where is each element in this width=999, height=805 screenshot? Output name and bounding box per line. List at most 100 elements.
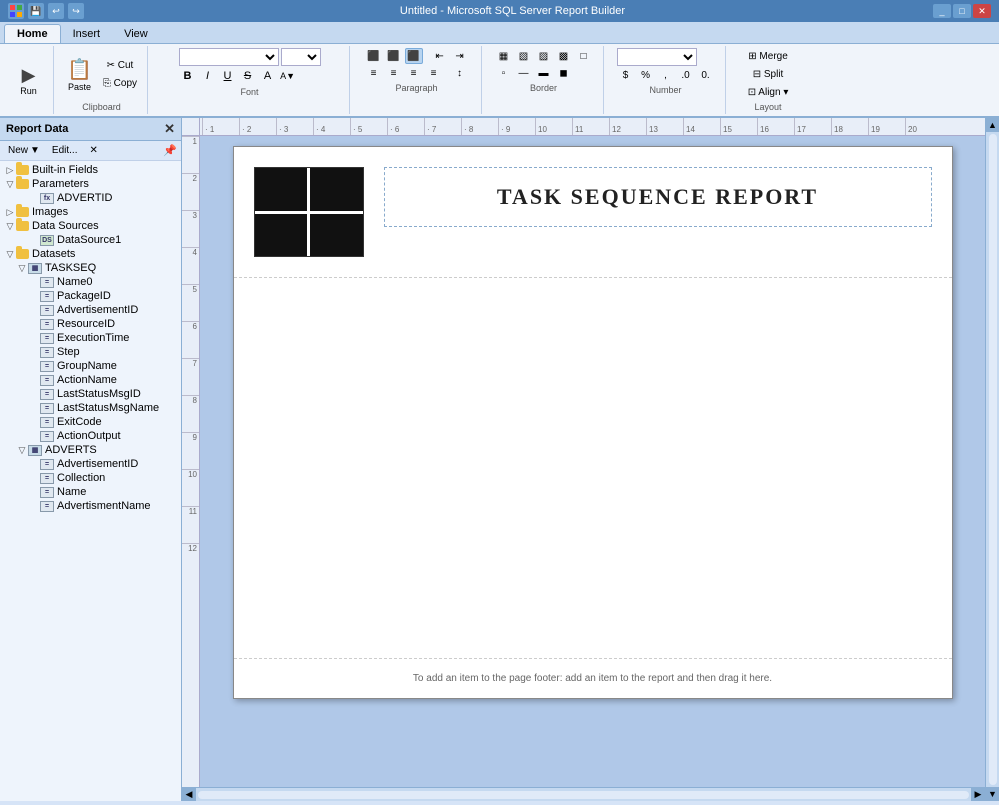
undo-icon[interactable]: ↩ xyxy=(48,3,64,19)
tree-item-adverts[interactable]: ▽ ▦ ADVERTS xyxy=(0,443,181,457)
run-button[interactable]: ▶ Run xyxy=(15,54,43,106)
expand-built-in-fields[interactable]: ▷ xyxy=(4,164,16,176)
tree-item-advertid-param[interactable]: fx ADVERTID xyxy=(0,191,181,205)
shadow-btn[interactable]: ▫ xyxy=(495,65,513,81)
indent-inc-button[interactable]: ⇥ xyxy=(451,48,469,64)
folder-icon-built-in xyxy=(16,165,29,175)
redo-icon[interactable]: ↪ xyxy=(68,3,84,19)
tab-insert[interactable]: Insert xyxy=(61,25,113,43)
save-icon[interactable]: 💾 xyxy=(28,3,44,19)
canvas-scroll[interactable]: TASK SEQUENCE REPORT To add an item to t… xyxy=(200,136,985,787)
split-button[interactable]: ⊟ Split xyxy=(744,66,793,82)
justify-button[interactable]: ≡ xyxy=(425,65,443,81)
tree-item-adv-advertismentname[interactable]: = AdvertismentName xyxy=(0,499,181,513)
highlight-button[interactable]: A▼ xyxy=(279,67,297,85)
minimize-button[interactable]: _ xyxy=(933,4,951,18)
tree-item-executiontime[interactable]: = ExecutionTime xyxy=(0,331,181,345)
tree-item-step[interactable]: = Step xyxy=(0,345,181,359)
edit-button[interactable]: Edit... xyxy=(48,143,82,158)
ruler-mark-6: · 6 xyxy=(387,118,424,135)
tree-item-datasource1[interactable]: DS DataSource1 xyxy=(0,233,181,247)
tree-item-packageid[interactable]: = PackageID xyxy=(0,289,181,303)
tree-item-images[interactable]: ▷ Images xyxy=(0,205,181,219)
tab-home[interactable]: Home xyxy=(4,24,61,43)
line-style-btn[interactable]: ― xyxy=(515,65,533,81)
strikethrough-button[interactable]: S xyxy=(239,67,257,85)
number-format-select[interactable] xyxy=(617,48,697,66)
horizontal-scrollbar[interactable]: ◀ ▶ xyxy=(182,787,985,801)
scroll-down-button[interactable]: ▼ xyxy=(986,787,999,801)
expand-datasets[interactable]: ▽ xyxy=(4,248,16,260)
app-logo-icon[interactable] xyxy=(8,3,24,19)
vertical-scrollbar[interactable]: ▲ ▼ xyxy=(985,118,999,801)
tree-item-parameters[interactable]: ▽ Parameters xyxy=(0,177,181,191)
font-size-select[interactable] xyxy=(281,48,321,66)
expand-taskseq[interactable]: ▽ xyxy=(16,262,28,274)
expand-adverts[interactable]: ▽ xyxy=(16,444,28,456)
underline-button[interactable]: U xyxy=(219,67,237,85)
align-top-right-button[interactable]: ⬛ xyxy=(405,48,423,64)
border-btn-3[interactable]: ▨ xyxy=(535,48,553,64)
border-btn-4[interactable]: ▩ xyxy=(555,48,573,64)
tree-item-name0[interactable]: = Name0 xyxy=(0,275,181,289)
tree-item-groupname[interactable]: = GroupName xyxy=(0,359,181,373)
paste-button[interactable]: 📋 Paste xyxy=(62,48,97,100)
font-color-button[interactable]: A xyxy=(259,67,277,85)
fill-btn[interactable]: ◼ xyxy=(555,65,573,81)
report-body[interactable] xyxy=(234,278,952,658)
italic-button[interactable]: I xyxy=(199,67,217,85)
border-btn-5[interactable]: □ xyxy=(575,48,593,64)
currency-btn[interactable]: $ xyxy=(617,67,635,83)
align-top-left-button[interactable]: ⬛ xyxy=(365,48,383,64)
align-center-button[interactable]: ≡ xyxy=(385,65,403,81)
expand-images[interactable]: ▷ xyxy=(4,206,16,218)
font-family-select[interactable] xyxy=(179,48,279,66)
tree-item-advertisementid[interactable]: = AdvertisementID xyxy=(0,303,181,317)
align-top-center-button[interactable]: ⬛ xyxy=(385,48,403,64)
tree-item-datasets[interactable]: ▽ Datasets xyxy=(0,247,181,261)
expand-data-sources[interactable]: ▽ xyxy=(4,220,16,232)
comma-btn[interactable]: , xyxy=(657,67,675,83)
tree-item-laststatusmsgid[interactable]: = LastStatusMsgID xyxy=(0,387,181,401)
panel-close-button[interactable]: ✕ xyxy=(164,121,175,137)
line-spacing-button[interactable]: ↕ xyxy=(451,65,469,81)
tree-item-adv-name[interactable]: = Name xyxy=(0,485,181,499)
tree-item-adv-advertisementid[interactable]: = AdvertisementID xyxy=(0,457,181,471)
cut-button[interactable]: ✂ Cut xyxy=(99,57,141,73)
percent-btn[interactable]: % xyxy=(637,67,655,83)
tree-item-exitcode[interactable]: = ExitCode xyxy=(0,415,181,429)
scroll-left-button[interactable]: ◀ xyxy=(182,788,196,802)
merge-button[interactable]: ⊞ Merge xyxy=(744,48,793,64)
new-button[interactable]: New ▼ xyxy=(4,143,44,158)
align-button[interactable]: ⊡ Align ▾ xyxy=(744,84,793,100)
bold-button[interactable]: B xyxy=(179,67,197,85)
delete-button[interactable]: ✕ xyxy=(86,143,102,158)
tree-item-actionoutput[interactable]: = ActionOutput xyxy=(0,429,181,443)
tree-item-actionname[interactable]: = ActionName xyxy=(0,373,181,387)
tree-item-resourceid[interactable]: = ResourceID xyxy=(0,317,181,331)
expand-parameters[interactable]: ▽ xyxy=(4,178,16,190)
dec-inc-btn[interactable]: .0 xyxy=(677,67,695,83)
dataset-icon-adverts: ▦ xyxy=(28,445,42,456)
indent-dec-button[interactable]: ⇤ xyxy=(431,48,449,64)
close-button[interactable]: ✕ xyxy=(973,4,991,18)
maximize-button[interactable]: □ xyxy=(953,4,971,18)
tree-item-adv-collection[interactable]: = Collection xyxy=(0,471,181,485)
report-title-box[interactable]: TASK SEQUENCE REPORT xyxy=(384,167,932,227)
border-btn-2[interactable]: ▧ xyxy=(515,48,533,64)
ruler-mark-2: · 2 xyxy=(239,118,276,135)
align-right-button[interactable]: ≡ xyxy=(405,65,423,81)
pin-button[interactable]: 📌 xyxy=(163,144,177,157)
border-btn-1[interactable]: ▦ xyxy=(495,48,513,64)
tree-item-built-in-fields[interactable]: ▷ Built-in Fields xyxy=(0,163,181,177)
tree-item-laststatusmsgname[interactable]: = LastStatusMsgName xyxy=(0,401,181,415)
tab-view[interactable]: View xyxy=(112,25,160,43)
line-color-btn[interactable]: ▬ xyxy=(535,65,553,81)
align-left-button[interactable]: ≡ xyxy=(365,65,383,81)
scroll-up-button[interactable]: ▲ xyxy=(986,118,999,132)
tree-item-taskseq[interactable]: ▽ ▦ TASKSEQ xyxy=(0,261,181,275)
scroll-right-button[interactable]: ▶ xyxy=(971,788,985,802)
tree-item-data-sources[interactable]: ▽ Data Sources xyxy=(0,219,181,233)
dec-dec-btn[interactable]: 0. xyxy=(697,67,715,83)
copy-button[interactable]: ⎘ Copy xyxy=(99,75,141,91)
